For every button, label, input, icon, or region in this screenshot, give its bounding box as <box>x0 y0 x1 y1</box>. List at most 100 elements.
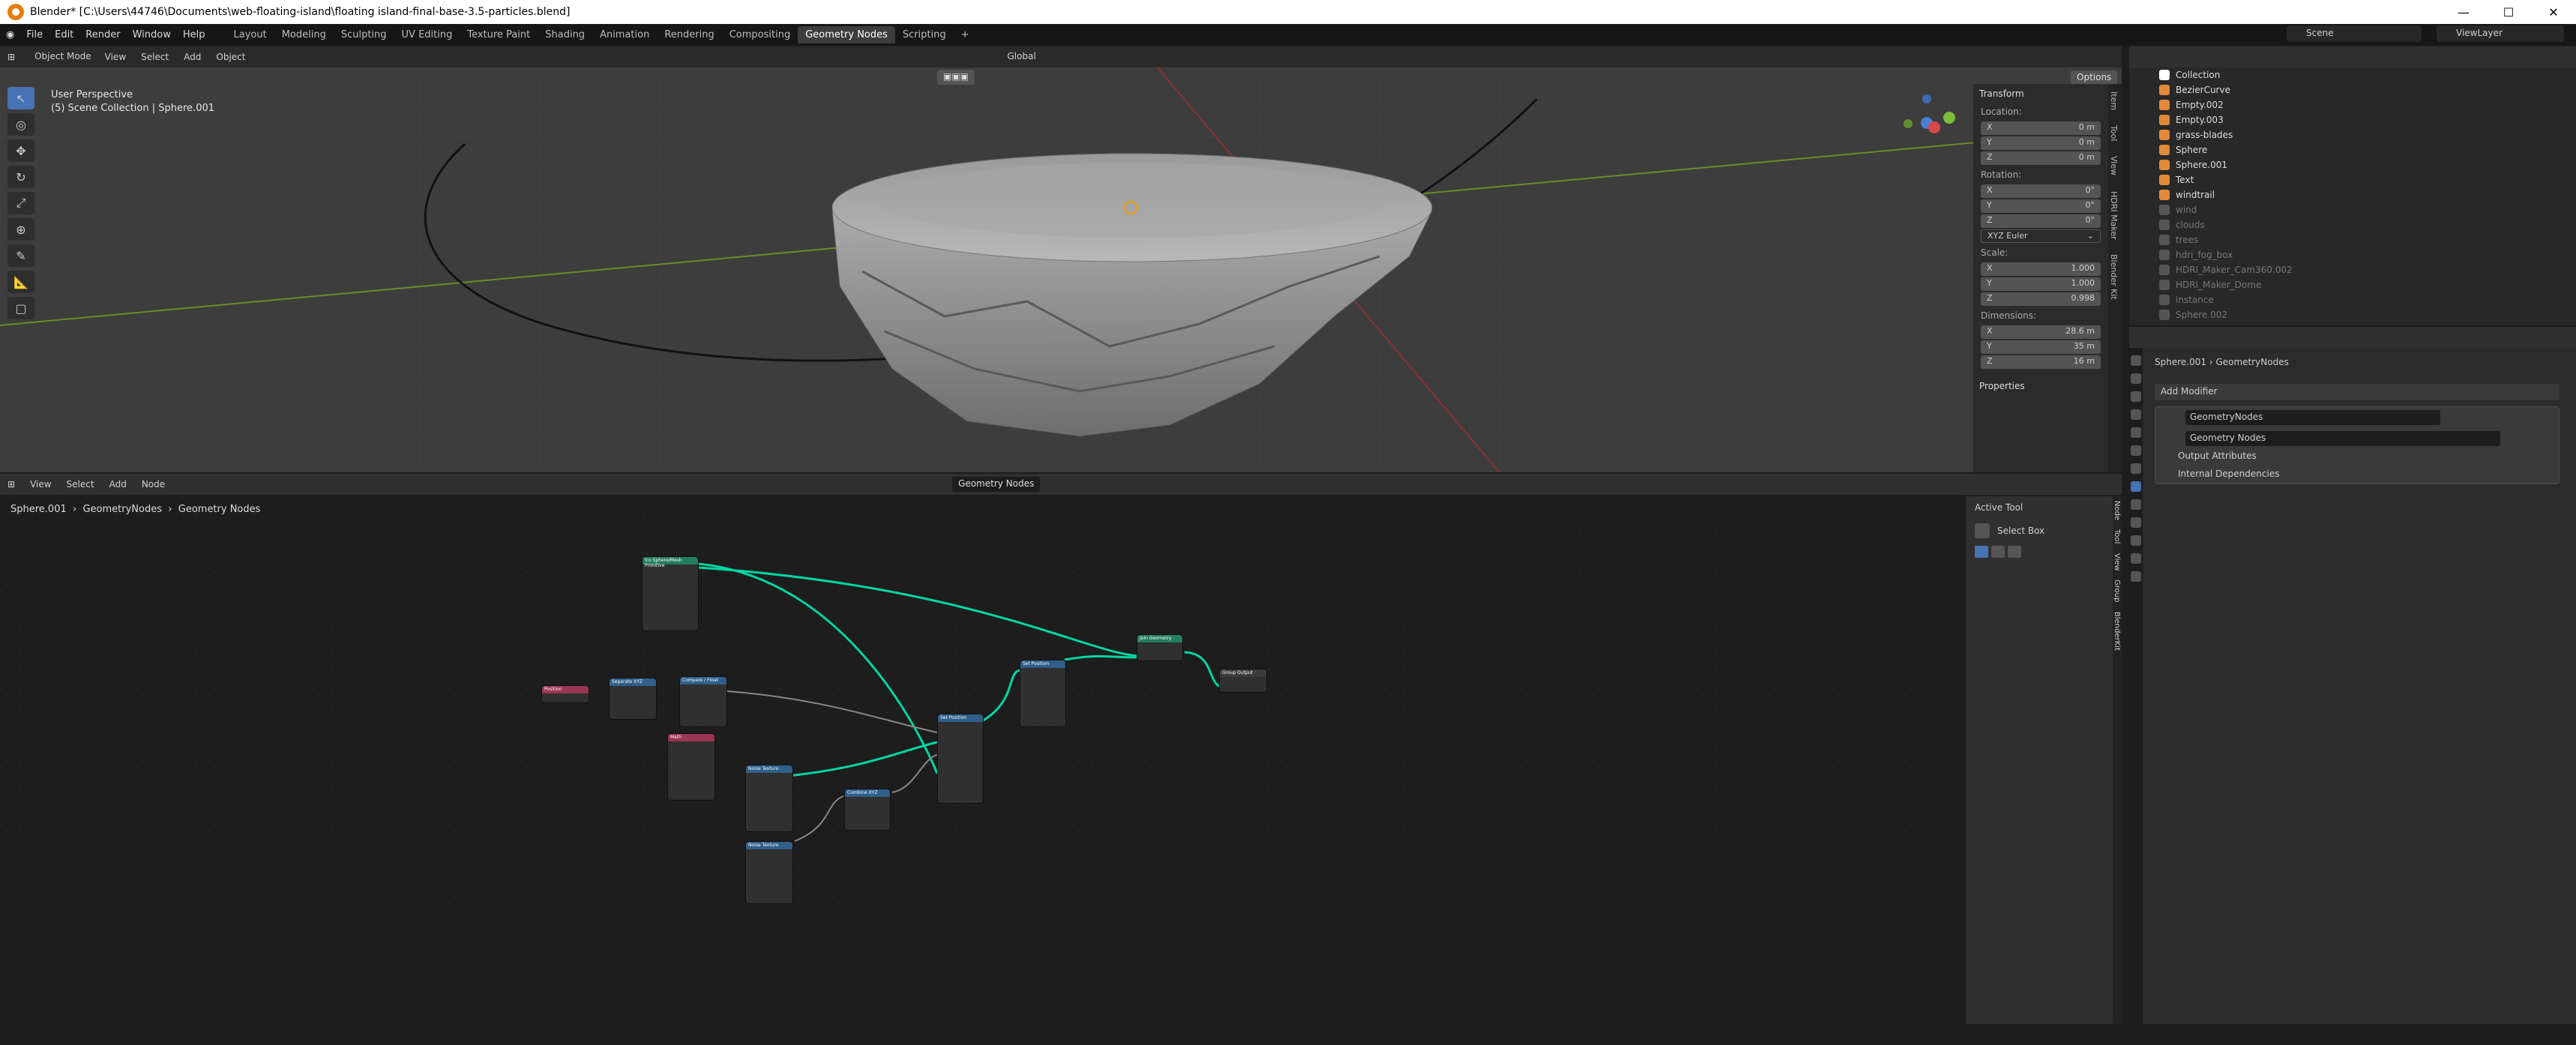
render-tab-icon[interactable] <box>2131 373 2141 384</box>
close-button[interactable]: ✕ <box>2531 5 2576 19</box>
tab-view[interactable]: View <box>2108 148 2119 183</box>
node-separate-xyz[interactable]: Separate XYZ <box>609 678 657 720</box>
node-compare[interactable]: Compare / Float <box>679 676 727 727</box>
menu-render[interactable]: Render <box>79 29 126 40</box>
rotation-x[interactable]: X 0° <box>1981 184 2101 198</box>
outliner-row[interactable]: hdri_fog_box <box>2129 247 2576 262</box>
node-ico-sphere[interactable]: Ico Sphere/Mesh Primitive <box>642 556 699 631</box>
world-tab-icon[interactable] <box>2131 445 2141 456</box>
select-mode-icon[interactable]: ▣▣▣ <box>937 70 975 85</box>
viewport-menu-add[interactable]: Add <box>176 52 208 62</box>
rotation-y[interactable]: Y 0° <box>1981 199 2101 213</box>
tab-sculpting[interactable]: Sculpting <box>334 26 394 43</box>
view-layer-selector[interactable]: ViewLayer <box>2437 25 2564 42</box>
tab-layout[interactable]: Layout <box>226 26 274 43</box>
outliner-row[interactable]: wind <box>2129 202 2576 217</box>
node-set-position[interactable]: Set Position <box>937 714 984 804</box>
annotate-tool-icon[interactable]: ✎ <box>7 244 34 267</box>
scene-selector[interactable]: Scene <box>2287 25 2422 42</box>
internal-dependencies-panel[interactable]: Internal Dependencies <box>2178 469 2279 479</box>
tab-compositing[interactable]: Compositing <box>722 26 798 43</box>
outliner-row[interactable]: instance <box>2129 292 2576 307</box>
location-z[interactable]: Z0 m <box>1981 151 2101 165</box>
rotation-mode-dropdown[interactable]: XYZ Euler ⌄ <box>1981 229 2101 243</box>
scale-tool-icon[interactable]: ⤢ <box>7 192 34 214</box>
add-workspace-button[interactable]: + <box>954 26 977 43</box>
measure-tool-icon[interactable]: 📐 <box>7 271 34 293</box>
scale-z[interactable]: Z 0.998 <box>1981 292 2101 306</box>
tab-node-tool[interactable]: Tool <box>2113 525 2121 548</box>
location-y[interactable]: Y0 m <box>1981 136 2101 150</box>
add-cube-tool-icon[interactable]: ▢ <box>7 297 34 319</box>
tab-scripting[interactable]: Scripting <box>895 26 954 43</box>
output-attributes-panel[interactable]: Output Attributes <box>2178 451 2257 461</box>
menu-window[interactable]: Window <box>127 29 177 40</box>
viewport-menu-select[interactable]: Select <box>133 52 176 62</box>
node-menu-select[interactable]: Select <box>59 479 102 490</box>
node-noise-texture-2[interactable]: Noise Texture <box>745 841 793 904</box>
menu-file[interactable]: File <box>20 29 49 40</box>
node-editor[interactable]: ⊞ View Select Add Node Geometry Nodes Sp… <box>0 474 2122 1024</box>
transform-header[interactable]: Transform <box>1973 84 2108 103</box>
properties-header[interactable]: Properties <box>1973 376 2108 396</box>
mode-dropdown[interactable]: Object Mode <box>28 49 97 64</box>
tab-node[interactable]: Node <box>2113 496 2121 525</box>
outliner-row[interactable]: Sphere <box>2129 142 2576 157</box>
tab-node-view[interactable]: View <box>2113 549 2121 576</box>
tab-modeling[interactable]: Modeling <box>274 26 334 43</box>
node-menu-node[interactable]: Node <box>134 479 172 490</box>
outliner-row[interactable]: HDRI_Maker_Dome <box>2129 277 2576 292</box>
node-set-position-2[interactable]: Set Position <box>1020 660 1066 727</box>
menu-help[interactable]: Help <box>177 29 211 40</box>
object-tab-icon[interactable] <box>2131 463 2141 474</box>
move-tool-icon[interactable]: ✥ <box>7 139 34 162</box>
dimensions-z[interactable]: Z 16 m <box>1981 355 2101 369</box>
viewport-menu-object[interactable]: Object <box>208 52 253 62</box>
node-editor-type-icon[interactable]: ⊞ <box>0 479 22 490</box>
tab-group[interactable]: Group <box>2113 575 2121 606</box>
outliner-row[interactable]: Sphere.002 <box>2129 307 2576 322</box>
location-x[interactable]: X0 m <box>1981 121 2101 135</box>
constraints-tab-icon[interactable] <box>2131 535 2141 546</box>
tool-tab-icon[interactable] <box>2131 355 2141 366</box>
outliner-row[interactable]: grass-blades <box>2129 127 2576 142</box>
node-combine-xyz[interactable]: Combine XYZ <box>844 789 891 831</box>
editor-type-icon[interactable]: ⊞ <box>0 52 22 62</box>
viewport-menu-view[interactable]: View <box>97 52 133 62</box>
rotation-z[interactable]: Z 0° <box>1981 214 2101 228</box>
scene-tab-icon[interactable] <box>2131 427 2141 438</box>
tab-geometry-nodes[interactable]: Geometry Nodes <box>798 25 895 43</box>
node-math[interactable]: Math <box>667 733 715 801</box>
view-layer-tab-icon[interactable] <box>2131 409 2141 420</box>
maximize-button[interactable]: ☐ <box>2486 5 2531 19</box>
tab-uv-editing[interactable]: UV Editing <box>394 26 460 43</box>
options-button[interactable]: Options <box>2071 70 2118 85</box>
node-tree-selector[interactable]: Geometry Nodes <box>952 477 1041 492</box>
scale-x[interactable]: X 1.000 <box>1981 262 2101 276</box>
tab-blenderkit[interactable]: BlenderKit <box>2113 607 2121 655</box>
active-tool-header[interactable]: Active Tool <box>1966 496 2113 519</box>
cursor-tool-icon[interactable]: ◎ <box>7 113 34 136</box>
material-tab-icon[interactable] <box>2131 571 2141 582</box>
node-position[interactable]: Position <box>541 685 589 703</box>
outliner-row[interactable]: Text <box>2129 172 2576 187</box>
scale-y[interactable]: Y 1.000 <box>1981 277 2101 291</box>
outliner-row[interactable]: Empty.003 <box>2129 112 2576 127</box>
output-tab-icon[interactable] <box>2131 391 2141 402</box>
menu-edit[interactable]: Edit <box>49 29 79 40</box>
minimize-button[interactable]: — <box>2441 5 2486 19</box>
tab-blender-kit[interactable]: Blender Kit <box>2108 247 2119 307</box>
tab-shading[interactable]: Shading <box>538 26 592 43</box>
tab-texture-paint[interactable]: Texture Paint <box>460 26 538 43</box>
dimensions-x[interactable]: X 28.6 m <box>1981 325 2101 339</box>
dimensions-y[interactable]: Y 35 m <box>1981 340 2101 354</box>
outliner-row[interactable]: windtrail <box>2129 187 2576 202</box>
blender-menu-icon[interactable]: ◉ <box>0 29 20 40</box>
select-mode-buttons[interactable] <box>1966 543 2113 563</box>
node-group-output[interactable]: Group Output <box>1219 669 1267 693</box>
add-modifier-button[interactable]: Add Modifier <box>2155 384 2560 400</box>
outliner-row[interactable]: BezierCurve <box>2129 82 2576 97</box>
outliner-row[interactable]: Collection <box>2129 67 2576 82</box>
tab-tool[interactable]: Tool <box>2108 118 2119 148</box>
orientation-dropdown[interactable]: Global <box>1001 49 1042 64</box>
